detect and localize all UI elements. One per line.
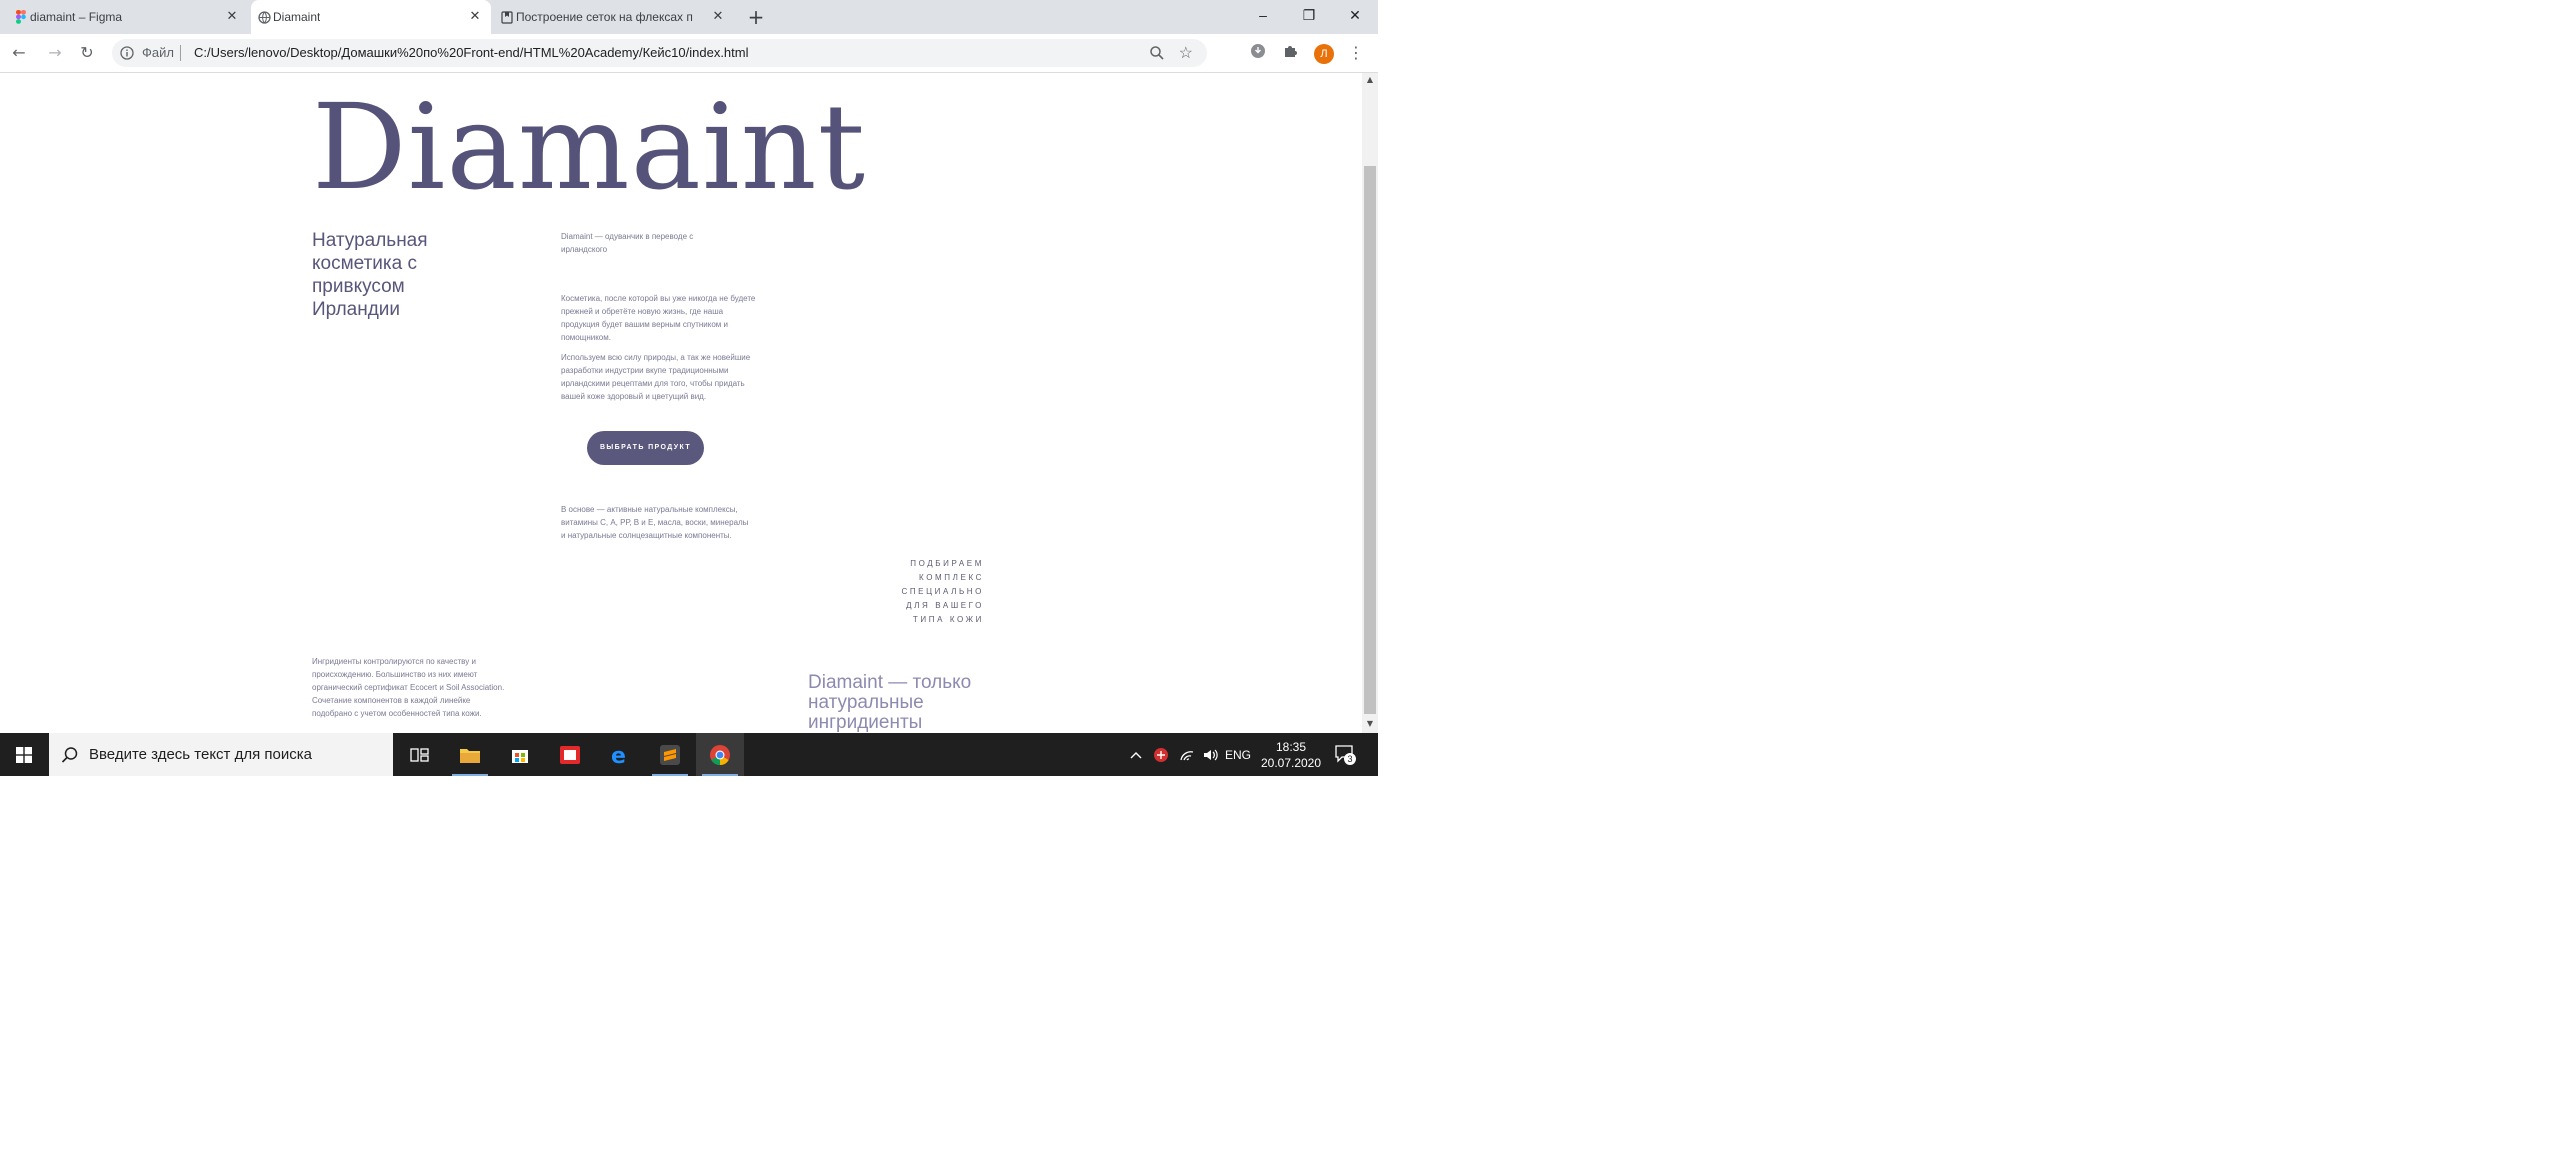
running-indicator (452, 774, 488, 776)
search-icon (61, 747, 78, 763)
antivirus-icon[interactable] (1150, 733, 1172, 776)
chrome-icon[interactable] (696, 733, 744, 776)
windows-icon (16, 746, 32, 763)
store-icon[interactable] (496, 733, 544, 776)
running-indicator (702, 774, 738, 776)
reload-icon[interactable]: ↻ (76, 42, 98, 64)
sublime-text-icon[interactable] (646, 733, 694, 776)
clock[interactable]: 18:35 20.07.2020 (1255, 739, 1327, 771)
wifi-icon[interactable] (1176, 733, 1198, 776)
scroll-up-icon[interactable]: ▲ (1362, 75, 1378, 87)
volume-icon[interactable] (1200, 733, 1222, 776)
scroll-down-icon[interactable]: ▼ (1362, 719, 1378, 731)
choose-product-button[interactable]: ВЫБРАТЬ ПРОДУКТ (587, 431, 704, 465)
selection-line: КОМПЛЕКС (919, 573, 984, 582)
address-bar[interactable]: Файл C:/Users/lenovo/Desktop/Домашки%20п… (112, 39, 1207, 67)
file-explorer-icon[interactable] (446, 733, 494, 776)
clock-date: 20.07.2020 (1260, 756, 1322, 770)
bookmark-doc-icon (500, 10, 514, 24)
browser-tab-strip: diamaint – Figma ✕ Diamaint ✕ Построение… (0, 0, 1378, 34)
mail-app-icon[interactable] (546, 733, 594, 776)
screen: diamaint – Figma ✕ Diamaint ✕ Построение… (0, 0, 1378, 776)
paragraph-4: Ингридиенты контролируются по качеству и… (312, 657, 505, 718)
page-viewport: Diamaint Натуральная косметика с привкус… (0, 73, 1362, 733)
close-icon[interactable]: ✕ (710, 8, 726, 24)
selection-text: ПОДБИРАЕМ КОМПЛЕКС СПЕЦИАЛЬНО ДЛЯ ВАШЕГО… (880, 557, 984, 627)
chevron-up-icon[interactable] (1126, 733, 1146, 776)
search-placeholder: Введите здесь текст для поиска (89, 746, 312, 763)
clock-time: 18:35 (1275, 740, 1307, 754)
zoom-icon[interactable] (1149, 45, 1165, 61)
start-button[interactable] (0, 733, 48, 776)
paragraph-2: Используем всю силу природы, а так же но… (561, 353, 751, 401)
new-tab-button[interactable]: + (744, 6, 768, 30)
vertical-scrollbar[interactable]: ▲ ▼ (1362, 73, 1378, 733)
language-indicator[interactable]: ENG (1224, 733, 1252, 776)
paragraph-1: Косметика, после которой вы уже никогда … (561, 294, 756, 342)
close-icon[interactable]: ✕ (467, 8, 483, 24)
scheme-label: Файл (142, 45, 174, 60)
star-icon[interactable]: ☆ (1179, 43, 1193, 63)
tab-figma[interactable]: diamaint – Figma ✕ (8, 0, 248, 34)
selection-line: ДЛЯ ВАШЕГО (906, 601, 984, 610)
svg-text:e: e (611, 744, 626, 766)
browser-toolbar: ← → ↻ Файл C:/Users/lenovo/Desktop/Домаш… (0, 34, 1378, 73)
running-indicator (652, 774, 688, 776)
tagline: Натуральная косметика с привкусом Ирланд… (312, 230, 428, 320)
puzzle-icon[interactable] (1280, 43, 1300, 63)
close-window-button[interactable]: ✕ (1332, 0, 1378, 32)
forward-icon[interactable]: → (44, 42, 66, 64)
notification-center-icon[interactable]: 3 (1334, 743, 1356, 765)
tab-title: Diamaint (273, 10, 321, 24)
tab-diamaint[interactable]: Diamaint ✕ (251, 0, 491, 34)
back-icon[interactable]: ← (8, 42, 30, 64)
selection-line: ТИПА КОЖИ (912, 615, 984, 624)
intro-text: Diamaint — одуванчик в переводе с ирланд… (561, 232, 694, 254)
minimize-button[interactable]: – (1240, 0, 1286, 32)
selection-line: СПЕЦИАЛЬНО (901, 587, 984, 596)
scroll-thumb[interactable] (1364, 166, 1376, 714)
paragraph-3: В основе — активные натуральные комплекс… (561, 505, 749, 540)
close-icon[interactable]: ✕ (224, 8, 240, 24)
notification-count: 3 (1344, 753, 1356, 765)
tab-title: diamaint – Figma (30, 10, 123, 24)
tab-flex-grid[interactable]: Построение сеток на флексах п ✕ (494, 0, 734, 34)
taskbar-search[interactable]: Введите здесь текст для поиска (49, 733, 393, 776)
profile-avatar[interactable]: Л (1314, 44, 1334, 64)
extension-shield-icon[interactable] (1248, 43, 1268, 63)
tab-title: Построение сеток на флексах п (516, 10, 693, 24)
task-view-icon[interactable] (396, 733, 444, 776)
brand-logo-text: Diamaint (312, 78, 867, 216)
selection-line: ПОДБИРАЕМ (910, 559, 984, 568)
info-icon[interactable] (120, 46, 134, 60)
url-text[interactable]: C:/Users/lenovo/Desktop/Домашки%20по%20F… (194, 45, 749, 60)
section-title: Diamaint — только натуральные ингридиент… (808, 672, 972, 733)
restore-button[interactable]: ❐ (1286, 0, 1332, 32)
edge-icon[interactable]: e (596, 733, 644, 776)
menu-icon[interactable]: ⋮ (1348, 43, 1364, 63)
globe-icon (257, 10, 271, 24)
windows-taskbar: Введите здесь текст для поиска e ENG 18:… (0, 733, 1378, 776)
figma-icon (14, 10, 28, 24)
divider (180, 45, 181, 61)
